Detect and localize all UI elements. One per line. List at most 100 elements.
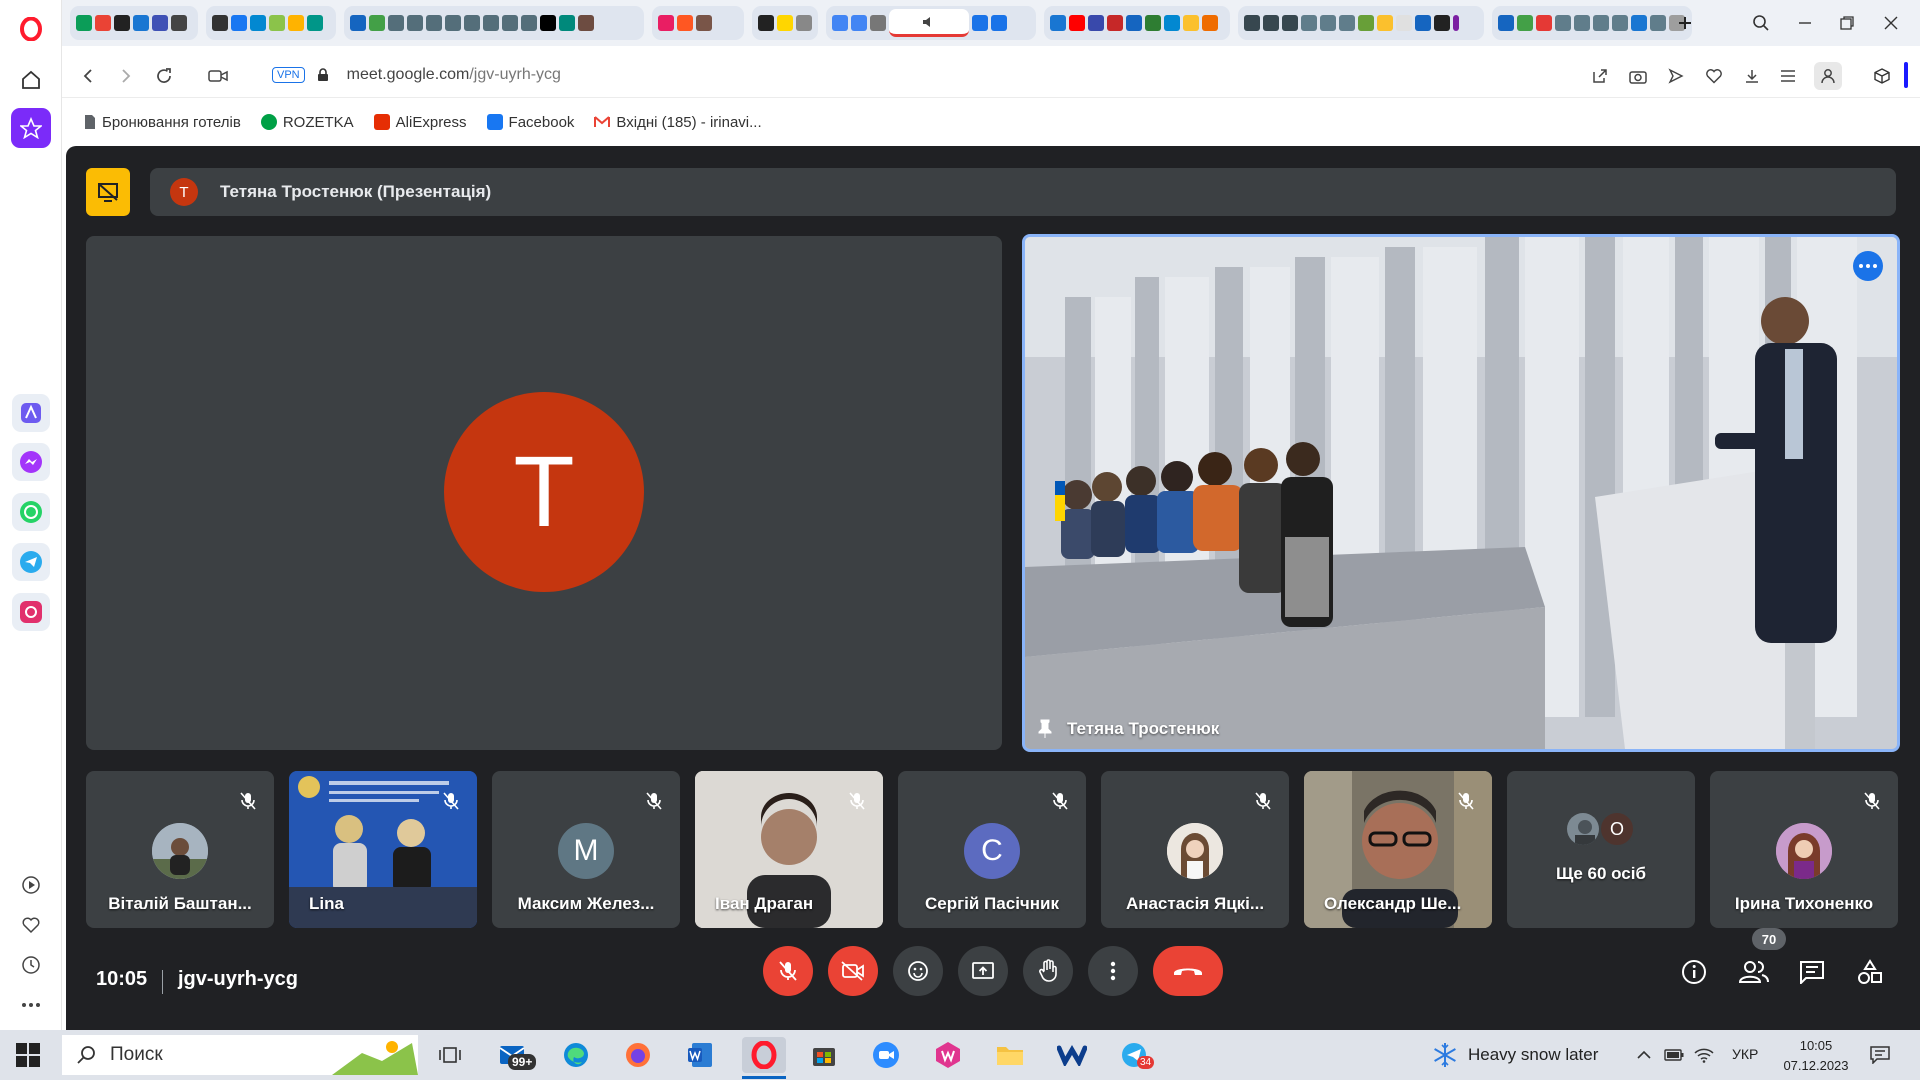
home-icon[interactable] xyxy=(11,60,51,100)
participant-tile[interactable]: Анастасія Яцкі... xyxy=(1101,771,1289,928)
more-horizontal-icon[interactable] xyxy=(11,985,51,1025)
tab-group-3[interactable] xyxy=(344,6,644,40)
participant-tile[interactable]: С Сергій Пасічник xyxy=(898,771,1086,928)
pin-icon[interactable] xyxy=(1037,719,1053,739)
notifications-button[interactable] xyxy=(1862,1037,1898,1073)
lock-icon[interactable] xyxy=(317,68,329,82)
tab-group-1[interactable] xyxy=(70,6,198,40)
taskbar-zoom[interactable] xyxy=(868,1037,904,1073)
chat-button[interactable] xyxy=(1794,954,1830,990)
close-window-button[interactable] xyxy=(1878,10,1904,36)
tab-group-meet[interactable] xyxy=(826,6,1036,40)
leave-call-button[interactable] xyxy=(1153,946,1223,996)
people-button[interactable] xyxy=(1736,954,1772,990)
participant-tile[interactable]: Іван Драган xyxy=(695,771,883,928)
aria-icon[interactable] xyxy=(11,108,51,148)
taskbar-opera[interactable] xyxy=(742,1037,786,1073)
participant-avatar xyxy=(1565,811,1601,847)
whatsapp-icon[interactable] xyxy=(12,493,50,531)
tab-group-6[interactable] xyxy=(1044,6,1230,40)
new-tab-button[interactable] xyxy=(1672,10,1698,36)
raise-hand-button[interactable] xyxy=(1023,946,1073,996)
bookmark-facebook[interactable]: Facebook xyxy=(486,114,574,131)
player-icon[interactable] xyxy=(11,865,51,905)
bookmark-page-button[interactable] xyxy=(1702,64,1726,88)
reactions-button[interactable] xyxy=(893,946,943,996)
participant-tile[interactable]: Віталій Баштан... xyxy=(86,771,274,928)
participant-tile[interactable]: М Максим Желез... xyxy=(492,771,680,928)
participant-tile[interactable]: Lina xyxy=(289,771,477,928)
tab-favicon-icon xyxy=(832,15,848,31)
taskbar-search[interactable]: Поиск xyxy=(62,1035,418,1075)
telegram-icon[interactable] xyxy=(12,543,50,581)
bookmark-gmail[interactable]: Вхідні (185) - irinavi... xyxy=(594,114,762,131)
taskbar-edge[interactable] xyxy=(558,1037,594,1073)
sidebar-toggle-indicator[interactable] xyxy=(1904,62,1908,88)
minimize-button[interactable] xyxy=(1792,10,1818,36)
extensions-button[interactable] xyxy=(1870,64,1894,88)
battery-indicator[interactable] xyxy=(1662,1037,1686,1073)
presentation-indicator[interactable] xyxy=(86,168,130,216)
input-language[interactable]: УКР xyxy=(1732,1046,1758,1062)
bookmark-rozetka[interactable]: ROZETKA xyxy=(260,114,354,131)
bookmark-hotels[interactable]: Бронювання готелів xyxy=(84,114,241,131)
taskbar-webex[interactable] xyxy=(1054,1037,1090,1073)
more-options-button[interactable] xyxy=(1088,946,1138,996)
taskbar-explorer[interactable] xyxy=(992,1037,1028,1073)
network-indicator[interactable] xyxy=(1692,1037,1716,1073)
meeting-details-button[interactable] xyxy=(1676,954,1712,990)
tab-group-8[interactable] xyxy=(1492,6,1692,40)
tab-group-5[interactable] xyxy=(752,6,818,40)
tab-favicon-icon xyxy=(426,15,442,31)
more-participants-tile[interactable]: О Ще 60 осіб xyxy=(1507,771,1695,928)
active-tab-meet[interactable] xyxy=(889,9,969,37)
reload-button[interactable] xyxy=(152,64,176,88)
activities-button[interactable] xyxy=(1852,954,1888,990)
toggle-camera-button[interactable] xyxy=(828,946,878,996)
easy-setup-button[interactable] xyxy=(1776,64,1800,88)
opera-logo-icon[interactable] xyxy=(11,9,51,49)
show-hidden-icons-button[interactable] xyxy=(1632,1037,1656,1073)
flow-button[interactable] xyxy=(1664,64,1688,88)
presentation-tile[interactable]: T xyxy=(86,236,1002,750)
taskbar-word[interactable] xyxy=(682,1037,718,1073)
tab-favicon-icon xyxy=(1126,15,1142,31)
taskbar-firefox[interactable] xyxy=(620,1037,656,1073)
taskbar-wps[interactable] xyxy=(930,1037,966,1073)
tab-group-7[interactable] xyxy=(1238,6,1484,40)
toggle-mic-button[interactable] xyxy=(763,946,813,996)
maximize-button[interactable] xyxy=(1834,10,1860,36)
url-field[interactable]: VPN meet.google.com/jgv-uyrh-ycg xyxy=(272,62,561,88)
participant-tile[interactable]: Ірина Тихоненко xyxy=(1710,771,1898,928)
back-button[interactable] xyxy=(76,64,100,88)
mail-unread-badge: 99+ xyxy=(508,1054,537,1070)
tile-options-button[interactable] xyxy=(1853,251,1883,281)
forward-button[interactable] xyxy=(114,64,138,88)
downloads-button[interactable] xyxy=(1740,64,1764,88)
tab-favicon-icon xyxy=(1536,15,1552,31)
camera-access-icon[interactable] xyxy=(206,64,230,88)
tab-search-button[interactable] xyxy=(1748,10,1774,36)
snapshot-button[interactable] xyxy=(1626,64,1650,88)
aria-app-icon[interactable] xyxy=(12,394,50,432)
taskbar-store[interactable] xyxy=(806,1037,842,1073)
bookmark-aliexpress[interactable]: AliExpress xyxy=(373,114,467,131)
task-view-button[interactable] xyxy=(432,1037,468,1073)
active-app-indicator xyxy=(742,1076,786,1079)
system-clock[interactable]: 10:05 07.12.2023 xyxy=(1764,1036,1868,1076)
profile-button[interactable] xyxy=(1814,62,1842,90)
vpn-badge[interactable]: VPN xyxy=(272,67,305,83)
share-button[interactable] xyxy=(1588,64,1612,88)
weather-widget[interactable]: Heavy snow later xyxy=(1432,1042,1598,1068)
tab-group-4[interactable] xyxy=(652,6,744,40)
messenger-icon[interactable] xyxy=(12,443,50,481)
tab-favicon-icon xyxy=(269,15,285,31)
tab-group-2[interactable] xyxy=(206,6,336,40)
instagram-icon[interactable] xyxy=(12,593,50,631)
history-icon[interactable] xyxy=(11,945,51,985)
participant-tile[interactable]: Олександр Ше... xyxy=(1304,771,1492,928)
present-screen-button[interactable] xyxy=(958,946,1008,996)
heart-icon[interactable] xyxy=(11,905,51,945)
pinned-video-tile[interactable]: Тетяна Тростенюк xyxy=(1022,234,1900,752)
start-button[interactable] xyxy=(16,1043,40,1067)
